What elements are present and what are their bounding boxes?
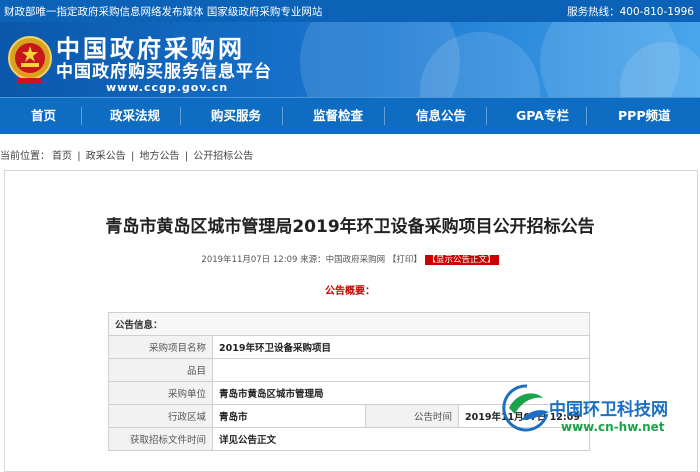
row-label: 采购项目名称 <box>108 335 213 359</box>
article-date: 2019年11月07日 12:09 <box>201 255 298 265</box>
breadcrumb-separator: | <box>77 151 81 162</box>
site-logo-subtitle[interactable]: 中国政府购买服务信息平台 <box>56 62 272 82</box>
nav-item-supervision[interactable]: 监督检查 <box>313 98 363 134</box>
article-meta: 2019年11月07日 12:09 来源：中国政府采购网 【打印】 【显示公告正… <box>0 253 700 265</box>
article-source: 中国政府采购网 <box>325 255 386 265</box>
row-label: 获取招标文件时间 <box>108 427 213 451</box>
nav-item-announcements[interactable]: 信息公告 <box>416 98 466 134</box>
summary-label: 公告概要： <box>325 286 375 297</box>
hotline-number: 400-810-1996 <box>619 6 694 18</box>
site-header: 中国政府采购网 中国政府购买服务信息平台 www.ccgp.gov.cn <box>0 22 700 97</box>
nav-item-home[interactable]: 首页 <box>31 98 56 134</box>
breadcrumb-item-home[interactable]: 首页 <box>52 151 72 162</box>
breadcrumb-item-open-tender[interactable]: 公开招标公告 <box>193 151 253 162</box>
table-row: 品目 <box>108 358 590 382</box>
show-body-button[interactable]: 【显示公告正文】 <box>424 255 499 265</box>
nav-separator <box>180 107 181 125</box>
nav-item-ppp[interactable]: PPP频道 <box>618 98 670 134</box>
row-label: 采购单位 <box>108 381 213 405</box>
site-logo-url[interactable]: www.ccgp.gov.cn <box>106 81 228 94</box>
table-row: 采购项目名称 2019年环卫设备采购项目 <box>108 335 590 359</box>
nav-item-regulations[interactable]: 政采法规 <box>110 98 160 134</box>
nav-separator <box>81 107 82 125</box>
watermark-name: 中国环卫科技网 <box>549 400 668 420</box>
breadcrumb-prefix: 当前位置： <box>0 151 50 162</box>
top-bar: 财政部唯一指定政府采购信息网络发布媒体 国家级政府采购专业网站 服务热线：400… <box>0 0 700 22</box>
article-source-label: 来源： <box>300 255 326 265</box>
nav-separator <box>586 107 587 125</box>
watermark: 中国环卫科技网 www.cn-hw.net <box>497 380 697 452</box>
main-nav: 首页 政采法规 购买服务 监督检查 信息公告 GPA专栏 PPP频道 <box>0 97 700 134</box>
nav-item-purchase-services[interactable]: 购买服务 <box>211 98 261 134</box>
site-logo-title[interactable]: 中国政府采购网 <box>56 36 245 62</box>
info-table-header: 公告信息： <box>108 312 590 336</box>
watermark-url: www.cn-hw.net <box>561 420 665 434</box>
nav-separator <box>384 107 385 125</box>
nav-separator <box>486 107 487 125</box>
breadcrumb-separator: | <box>184 151 189 162</box>
row-label-2: 公告时间 <box>365 404 459 428</box>
breadcrumb: 当前位置： 首页 | 政采公告 | 地方公告 | 公开招标公告 <box>0 147 700 162</box>
table-row: 公告信息： <box>108 312 590 336</box>
hotline-label: 服务热线： <box>567 6 620 18</box>
row-label: 品目 <box>108 358 213 382</box>
national-emblem-icon[interactable] <box>6 34 54 86</box>
breadcrumb-separator: | <box>130 151 135 162</box>
print-link[interactable]: 【打印】 <box>388 255 422 265</box>
row-label: 行政区域 <box>108 404 213 428</box>
row-value: 青岛市 <box>212 404 366 428</box>
article-title: 青岛市黄岛区城市管理局2019年环卫设备采购项目公开招标公告 <box>105 217 595 237</box>
hotline: 服务热线：400-810-1996 <box>567 4 694 19</box>
row-value: 2019年环卫设备采购项目 <box>212 335 590 359</box>
top-bar-slogan: 财政部唯一指定政府采购信息网络发布媒体 国家级政府采购专业网站 <box>4 6 323 18</box>
nav-separator <box>282 107 283 125</box>
breadcrumb-item-local[interactable]: 地方公告 <box>140 151 180 162</box>
watermark-logo-icon <box>502 384 549 432</box>
breadcrumb-item-gov-procurement[interactable]: 政采公告 <box>86 151 126 162</box>
row-value <box>212 358 590 382</box>
nav-item-gpa[interactable]: GPA专栏 <box>516 98 569 134</box>
